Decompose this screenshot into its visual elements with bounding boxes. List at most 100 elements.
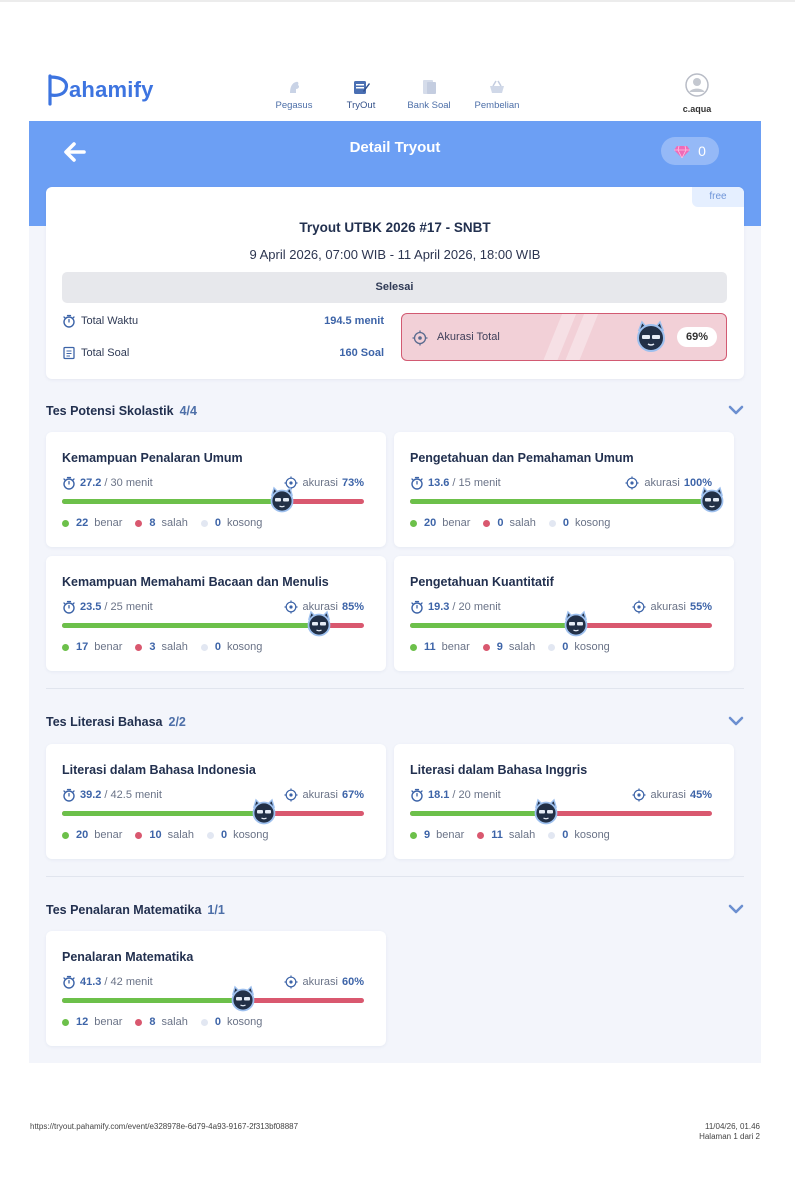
navbar: ahamify Pegasus TryOut Bank Soal Pembeli… <box>29 59 761 121</box>
count-salah-label: salah <box>508 829 536 841</box>
time-used: 18.1 <box>428 789 450 801</box>
section-count: 2/2 <box>168 715 186 729</box>
subtest-card[interactable]: Literasi dalam Bahasa Indonesia 39.2/ 42.… <box>46 744 386 859</box>
count-salah-label: salah <box>161 641 188 653</box>
subtest-title: Literasi dalam Bahasa Indonesia <box>62 763 256 777</box>
nav-pembelian[interactable]: Pembelian <box>462 77 532 111</box>
cat-mascot-icon <box>534 798 558 825</box>
count-benar-dot <box>62 1018 69 1026</box>
nav-bank-soal[interactable]: Bank Soal <box>394 77 464 111</box>
count-benar-label: benar <box>94 641 123 653</box>
subtest-title: Kemampuan Penalaran Umum <box>62 451 243 465</box>
total-waktu-row: Total Waktu 194.5 menit <box>62 312 384 330</box>
stopwatch-icon <box>63 600 75 614</box>
nav-pembelian-label: Pembelian <box>474 100 520 111</box>
count-kosong-value: 0 <box>562 641 569 653</box>
count-salah-value: 9 <box>496 641 503 653</box>
total-soal-label: Total Soal <box>81 347 130 359</box>
count-benar-dot <box>410 519 417 527</box>
subtest-card[interactable]: Kemampuan Penalaran Umum 27.2/ 30 menit ak… <box>46 432 386 547</box>
count-benar: 20 benar <box>62 829 122 841</box>
time-total: / 30 menit <box>104 477 153 489</box>
diamond-icon <box>674 145 691 158</box>
count-salah: 0 salah <box>483 517 536 529</box>
time-used: 39.2 <box>80 789 102 801</box>
user-menu[interactable]: c.aqua <box>675 73 719 117</box>
time-used: 27.2 <box>80 477 102 489</box>
count-benar-dot <box>62 643 69 651</box>
accuracy-value: 85% <box>341 601 364 613</box>
count-kosong-label: kosong <box>226 517 263 529</box>
answer-counts: 9 benar 11 salah 0 kosong <box>410 829 623 841</box>
count-benar-value: 17 <box>76 641 89 653</box>
answer-counts: 11 benar 9 salah 0 kosong <box>410 641 623 653</box>
accuracy-bar-fill <box>62 998 244 1003</box>
count-benar-dot <box>410 643 417 651</box>
count-benar-value: 20 <box>424 517 437 529</box>
subtest-card[interactable]: Penalaran Matematika 41.3/ 42 menit akuras… <box>46 931 386 1046</box>
count-benar-dot <box>62 519 69 527</box>
section-header: Tes Literasi Bahasa 2/2 <box>46 713 744 733</box>
count-kosong-label: kosong <box>226 1016 263 1028</box>
akurasi-total-label: Akurasi Total <box>437 331 500 343</box>
answer-counts: 20 benar 0 salah 0 kosong <box>410 517 623 529</box>
count-salah-label: salah <box>508 641 536 653</box>
footer-url: https://tryout.pahamify.com/event/e32897… <box>30 1122 299 1131</box>
target-icon <box>632 788 645 802</box>
subtest-card[interactable]: Kemampuan Memahami Bacaan dan Menulis 23.… <box>46 556 386 671</box>
count-benar: 22 benar <box>62 517 122 529</box>
footer-meta: 11/04/26, 01.46 Halaman 1 dari 2 <box>699 1122 760 1142</box>
section-count: 1/1 <box>207 903 225 917</box>
subtest-card[interactable]: Literasi dalam Bahasa Inggris 18.1/ 20 me… <box>394 744 734 859</box>
section-title: Tes Literasi Bahasa <box>46 715 163 729</box>
gem-balance[interactable]: 0 <box>661 137 719 165</box>
count-benar-value: 11 <box>424 641 436 653</box>
accuracy-label: akurasi <box>644 477 680 489</box>
time-used: 19.3 <box>428 601 450 613</box>
count-benar-value: 12 <box>76 1016 89 1028</box>
accuracy-value: 67% <box>341 789 364 801</box>
tryout-summary-card: free Tryout UTBK 2026 #17 - SNBT 9 April… <box>46 187 744 379</box>
answer-counts: 20 benar 10 salah 0 kosong <box>62 829 282 841</box>
count-benar-label: benar <box>94 829 123 841</box>
target-icon <box>284 788 297 802</box>
nav-pegasus[interactable]: Pegasus <box>259 77 329 111</box>
subtest-card[interactable]: Pengetahuan Kuantitatif 19.3/ 20 menit aku… <box>394 556 734 671</box>
count-kosong: 0 kosong <box>548 829 610 841</box>
count-salah-dot <box>135 643 143 651</box>
logo-text: ahamify <box>69 77 154 102</box>
chevron-down-icon[interactable] <box>728 903 744 915</box>
time-info: 39.2/ 42.5 menit <box>62 788 162 802</box>
stopwatch-icon <box>63 788 75 802</box>
count-kosong-label: kosong <box>574 641 610 653</box>
answer-counts: 22 benar 8 salah 0 kosong <box>62 517 275 529</box>
stopwatch-icon <box>411 788 423 802</box>
time-used: 13.6 <box>428 477 450 489</box>
accuracy-bar-fill <box>410 499 712 504</box>
count-kosong-label: kosong <box>574 517 611 529</box>
count-salah-label: salah <box>167 829 194 841</box>
accuracy-bar <box>62 486 364 513</box>
count-salah-dot <box>483 519 491 527</box>
count-benar: 12 benar <box>62 1016 122 1028</box>
accuracy-bar <box>410 798 712 825</box>
subtest-title: Penalaran Matematika <box>62 950 194 964</box>
pahamify-logo[interactable]: ahamify <box>46 73 154 107</box>
count-benar: 9 benar <box>410 829 464 841</box>
chevron-down-icon[interactable] <box>728 715 744 727</box>
target-icon <box>412 330 428 346</box>
count-kosong: 0 kosong <box>200 517 263 529</box>
cat-mascot-icon <box>231 985 255 1012</box>
subtest-card[interactable]: Pengetahuan dan Pemahaman Umum 13.6/ 15 m… <box>394 432 734 547</box>
username: c.aqua <box>682 104 712 114</box>
nav-tryout[interactable]: TryOut <box>326 77 396 111</box>
subtest-title: Pengetahuan dan Pemahaman Umum <box>410 451 634 465</box>
subtest-title: Kemampuan Memahami Bacaan dan Menulis <box>62 575 329 589</box>
cat-mascot-icon <box>270 486 294 513</box>
section-title: Tes Penalaran Matematika <box>46 903 202 917</box>
count-kosong-value: 0 <box>562 517 569 529</box>
chevron-down-icon[interactable] <box>728 404 744 416</box>
count-kosong-dot <box>200 519 208 527</box>
count-salah-label: salah <box>161 1016 188 1028</box>
time-total: / 20 menit <box>452 601 501 613</box>
